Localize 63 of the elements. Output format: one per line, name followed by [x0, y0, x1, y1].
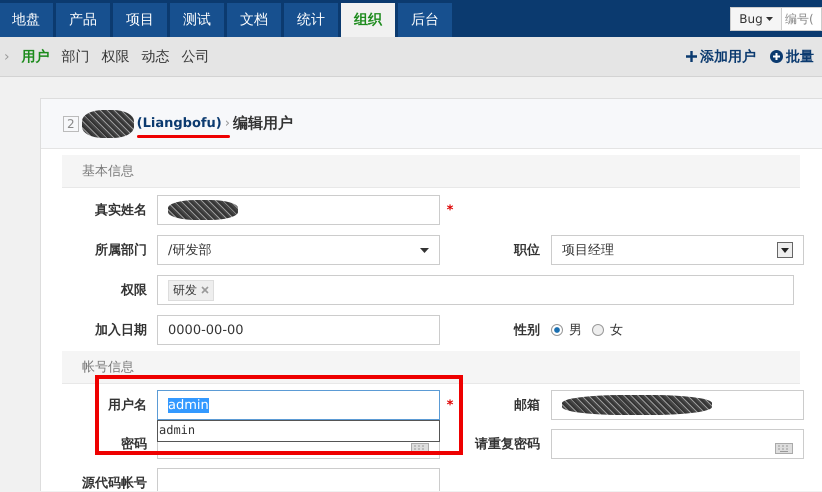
nav-tab[interactable]: 项目	[113, 3, 167, 37]
nav-tab[interactable]: 统计	[284, 3, 338, 37]
section-title: 帐号信息	[62, 351, 800, 384]
nav-tab[interactable]: 测试	[170, 3, 224, 37]
tag-field[interactable]: 研发	[157, 275, 794, 305]
caret-icon	[766, 16, 773, 20]
page-title: 编辑用户	[232, 114, 293, 133]
remove-icon[interactable]	[201, 286, 209, 294]
field-value: 0000-00-00	[168, 322, 244, 338]
field-value: /研发部	[168, 242, 212, 259]
radio-button[interactable]	[592, 324, 604, 336]
input-field[interactable]: 0000-00-00	[157, 315, 440, 345]
field-label: 用户名	[106, 396, 147, 414]
nav-tab[interactable]: 地盘	[0, 3, 53, 37]
field-value: 项目经理	[562, 242, 614, 259]
select-field[interactable]: /研发部	[157, 235, 440, 265]
breadcrumb-separator: ›	[4, 48, 10, 64]
radio-option[interactable]: 男	[551, 321, 582, 339]
sub-nav-link[interactable]: 公司	[182, 48, 210, 66]
field-label: 职位	[512, 242, 540, 259]
breadcrumb-separator: ›	[224, 116, 230, 131]
nav-tab[interactable]: 组织	[341, 3, 395, 37]
autocomplete-option[interactable]: admin	[158, 421, 439, 439]
redaction-scribble	[82, 110, 134, 138]
field-label: 密码	[120, 436, 147, 453]
sub-nav-link[interactable]: 权限	[102, 48, 130, 66]
type-select[interactable]: Bug	[730, 6, 782, 30]
keyboard-icon	[775, 443, 793, 454]
field-value: admin	[168, 398, 209, 412]
required-mark: *	[446, 202, 454, 218]
required-mark: *	[446, 398, 454, 412]
user-id: 2	[63, 116, 79, 132]
field-label: 性别	[512, 322, 540, 339]
field-label: 加入日期	[94, 322, 147, 339]
field-label: 所属部门	[94, 242, 147, 259]
field-label: 请重复密码	[474, 436, 540, 453]
plus-circle-icon	[770, 50, 783, 63]
nav-tab[interactable]: 文档	[227, 3, 281, 37]
field-label: 真实姓名	[94, 202, 147, 219]
password-field[interactable]	[551, 429, 804, 459]
nav-tab[interactable]: 后台	[398, 3, 452, 37]
field-label: 邮箱	[513, 397, 540, 414]
tag-label: 研发	[173, 282, 197, 298]
nav-tab[interactable]: 产品	[56, 3, 110, 37]
field-label: 权限	[120, 282, 147, 299]
dropdown-icon	[777, 242, 793, 258]
account-name: (Liangbofu)	[136, 116, 222, 131]
radio-button[interactable]	[551, 324, 563, 336]
batch-add-link[interactable]: 批量	[770, 48, 814, 66]
add-user-link[interactable]: 添加用户	[686, 48, 756, 66]
sub-nav-link[interactable]: 动态	[142, 48, 170, 66]
input-field[interactable]	[157, 195, 440, 225]
radio-option[interactable]: 女	[592, 321, 623, 339]
sub-nav-link[interactable]: 用户	[22, 48, 50, 66]
search-field[interactable]: 编号(	[782, 6, 822, 30]
caret-icon	[420, 248, 429, 252]
input-field[interactable]	[157, 468, 440, 491]
section-title: 基本信息	[62, 155, 800, 188]
sub-nav-link[interactable]: 部门	[62, 48, 90, 66]
field-label: 源代码帐号	[81, 475, 147, 491]
plus-icon	[686, 51, 697, 62]
select-field[interactable]: 项目经理	[551, 235, 804, 265]
input-field[interactable]	[551, 390, 804, 420]
